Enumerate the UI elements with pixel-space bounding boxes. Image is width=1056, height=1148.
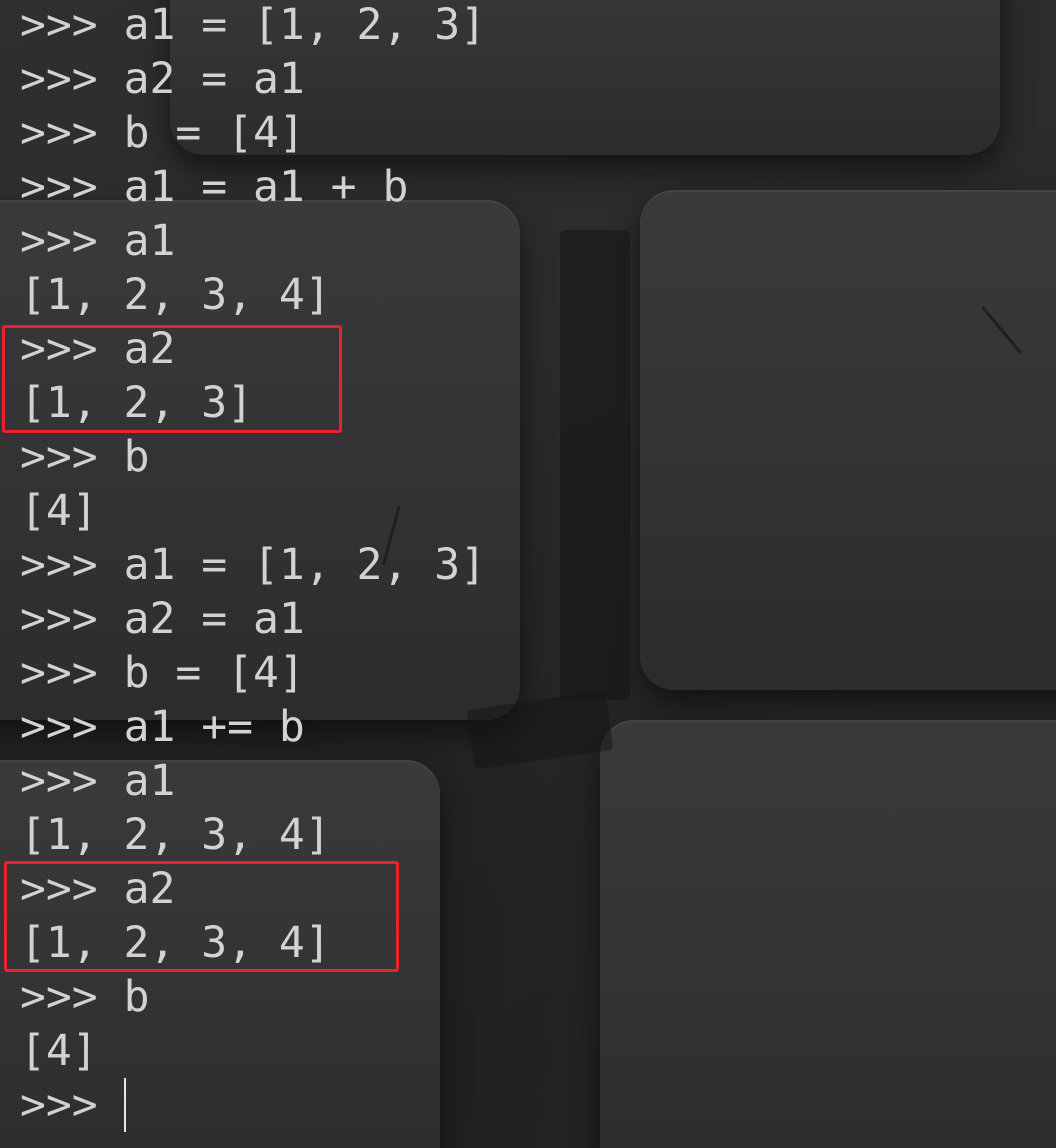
input-line: >>> a2 = a1 (20, 52, 486, 106)
input-line: >>> a1 (20, 214, 486, 268)
output-text: [4] (20, 1026, 98, 1076)
output-text: [1, 2, 3, 4] (20, 810, 331, 860)
input-line: >>> a1 = [1, 2, 3] (20, 538, 486, 592)
prompt: >>> (20, 756, 124, 806)
terminal-window: >>> a1 = [1, 2, 3] >>> a2 = a1 >>> b = [4]… (0, 0, 1056, 1148)
prompt: >>> (20, 108, 124, 158)
prompt: >>> (20, 0, 124, 50)
input-line: >>> a2 = a1 (20, 592, 486, 646)
command-text: a2 (123, 324, 176, 374)
background-key-right (640, 190, 1056, 690)
input-line: >>> (20, 1078, 486, 1132)
prompt: >>> (20, 864, 124, 914)
prompt: >>> (20, 1080, 124, 1130)
command-text: a2 = a1 (123, 594, 305, 644)
prompt: >>> (20, 972, 124, 1022)
prompt: >>> (20, 432, 124, 482)
command-text: b = [4] (123, 648, 305, 698)
prompt: >>> (20, 54, 124, 104)
output-line: [4] (20, 484, 486, 538)
output-text: [1, 2, 3] (20, 378, 253, 428)
prompt: >>> (20, 702, 124, 752)
prompt: >>> (20, 648, 124, 698)
prompt: >>> (20, 594, 124, 644)
command-text: b (123, 432, 150, 482)
output-text: [1, 2, 3, 4] (20, 270, 331, 320)
command-text: b (123, 972, 150, 1022)
output-text: [1, 2, 3, 4] (20, 918, 331, 968)
text-cursor (123, 1078, 126, 1132)
command-text: a1 += b (123, 702, 305, 752)
input-line: >>> b = [4] (20, 106, 486, 160)
input-line: >>> a1 = a1 + b (20, 160, 486, 214)
command-text: a1 = a1 + b (123, 162, 409, 212)
prompt: >>> (20, 162, 124, 212)
output-line: [4] (20, 1024, 486, 1078)
command-text: a1 (123, 216, 176, 266)
input-line: >>> b (20, 970, 486, 1024)
command-text: a2 = a1 (123, 54, 305, 104)
command-text: a1 = [1, 2, 3] (123, 540, 486, 590)
output-line: [1, 2, 3, 4] (20, 808, 486, 862)
input-line: >>> a2 (20, 862, 486, 916)
command-text: a1 = [1, 2, 3] (123, 0, 486, 50)
terminal-output[interactable]: >>> a1 = [1, 2, 3] >>> a2 = a1 >>> b = [4]… (20, 0, 486, 1132)
output-line: [1, 2, 3, 4] (20, 916, 486, 970)
command-text: a1 (123, 756, 176, 806)
input-line: >>> b = [4] (20, 646, 486, 700)
prompt: >>> (20, 540, 124, 590)
background-key-bottom-right (600, 720, 1056, 1148)
prompt: >>> (20, 216, 124, 266)
command-text: b = [4] (123, 108, 305, 158)
background-key-gap (560, 230, 630, 700)
input-line: >>> b (20, 430, 486, 484)
output-line: [1, 2, 3] (20, 376, 486, 430)
prompt: >>> (20, 324, 124, 374)
input-line: >>> a2 (20, 322, 486, 376)
input-line: >>> a1 (20, 754, 486, 808)
output-line: [1, 2, 3, 4] (20, 268, 486, 322)
output-text: [4] (20, 486, 98, 536)
input-line: >>> a1 = [1, 2, 3] (20, 0, 486, 52)
command-text: a2 (123, 864, 176, 914)
input-line: >>> a1 += b (20, 700, 486, 754)
